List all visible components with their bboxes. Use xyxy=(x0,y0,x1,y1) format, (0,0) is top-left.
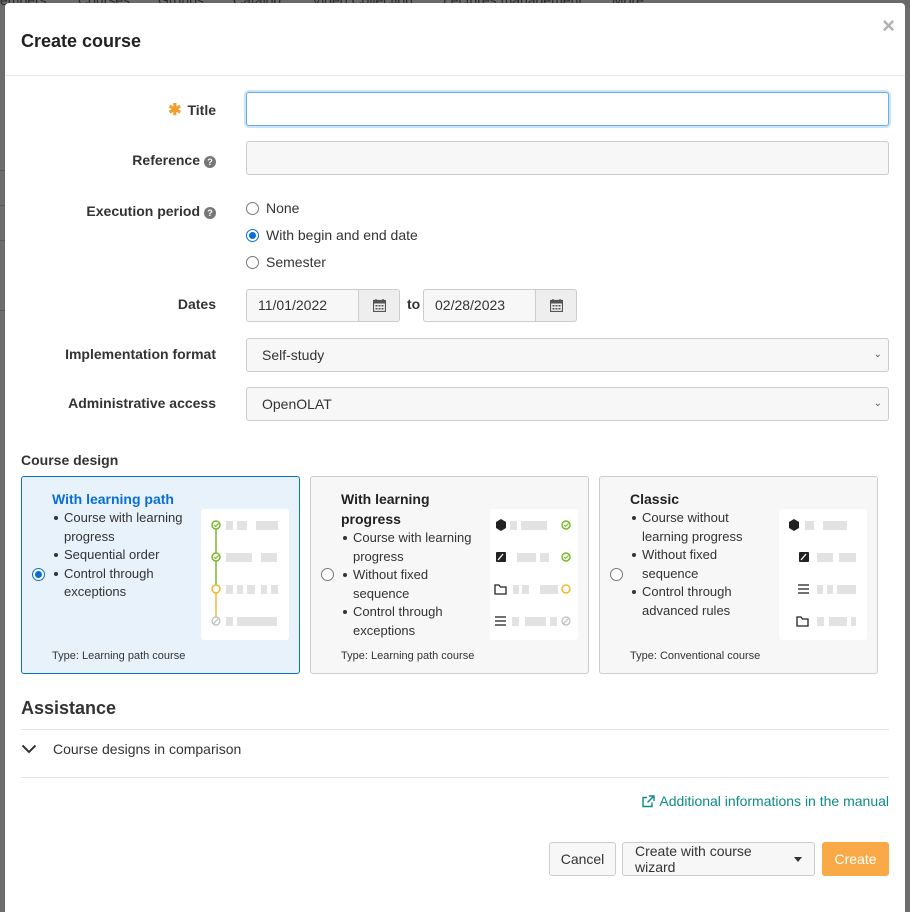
card-type: Type: Learning path course xyxy=(341,650,475,662)
execution-option-semester[interactable]: Semester xyxy=(246,254,326,270)
radio-button[interactable] xyxy=(246,228,259,242)
title-label: ✱ Title xyxy=(168,102,216,119)
list-item: Course without learning progress xyxy=(630,509,770,546)
course-wizard-button[interactable]: Create with course wizard xyxy=(622,842,815,876)
design-card-learning-progress[interactable]: With learning progress Course with learn… xyxy=(310,476,589,674)
classic-illustration xyxy=(779,509,867,640)
close-icon[interactable]: × xyxy=(882,15,895,37)
execution-period-label: Execution period? xyxy=(16,203,216,219)
card-type: Type: Learning path course xyxy=(52,650,186,662)
execution-option-begin-end[interactable]: With begin and end date xyxy=(246,227,418,243)
comparison-toggle[interactable]: Course designs in comparison xyxy=(21,741,241,757)
radio-button[interactable] xyxy=(32,568,45,581)
implementation-format-label: Implementation format xyxy=(65,346,216,362)
calendar-icon[interactable] xyxy=(358,289,400,322)
calendar-icon[interactable] xyxy=(535,289,577,322)
help-icon[interactable]: ? xyxy=(204,156,216,168)
radio-button[interactable] xyxy=(610,568,623,581)
execution-option-none[interactable]: None xyxy=(246,200,299,216)
design-card-classic[interactable]: Classic Course without learning progress… xyxy=(599,476,878,674)
list-item: Sequential order xyxy=(52,546,192,565)
radio-button[interactable] xyxy=(246,255,259,269)
card-bullets: Course with learning progress Without fi… xyxy=(341,529,481,640)
create-course-dialog: Create course × ✱ Title Reference? Execut… xyxy=(5,3,905,912)
create-button[interactable]: Create xyxy=(822,842,889,876)
list-item: Control through advanced rules xyxy=(630,583,770,620)
card-type: Type: Conventional course xyxy=(630,650,761,662)
card-bullets: Course with learning progress Sequential… xyxy=(52,509,192,602)
list-item: Without fixed sequence xyxy=(630,546,770,583)
title-input[interactable] xyxy=(246,92,889,126)
caret-down-icon xyxy=(794,856,802,862)
course-design-title: Course design xyxy=(21,452,119,468)
manual-link[interactable]: Additional informations in the manual xyxy=(642,793,889,809)
required-icon: ✱ xyxy=(168,102,182,119)
list-item: Course with learning progress xyxy=(341,529,481,566)
date-to-label: to xyxy=(407,296,421,312)
assistance-title: Assistance xyxy=(21,698,117,718)
chevron-down-icon: ⌄ xyxy=(873,398,882,409)
dates-label: Dates xyxy=(177,296,216,312)
date-from-field: 11/01/2022 xyxy=(246,289,400,322)
cancel-button[interactable]: Cancel xyxy=(549,842,616,876)
implementation-format-select[interactable]: Self-study ⌄ xyxy=(246,338,889,372)
divider xyxy=(21,729,889,730)
date-from-input[interactable]: 11/01/2022 xyxy=(246,289,358,322)
date-to-field: 02/28/2023 xyxy=(423,289,577,322)
dialog-title: Create course xyxy=(21,31,142,51)
administrative-access-label: Administrative access xyxy=(68,395,216,411)
external-link-icon xyxy=(642,794,656,808)
card-title: With learning progress xyxy=(341,491,430,527)
help-icon[interactable]: ? xyxy=(204,207,216,219)
chevron-down-icon: ⌄ xyxy=(873,349,882,360)
list-item: Without fixed sequence xyxy=(341,566,481,603)
learning-progress-illustration xyxy=(490,509,578,640)
card-title: Classic xyxy=(630,491,680,507)
date-to-input[interactable]: 02/28/2023 xyxy=(423,289,535,322)
list-item: Control through exceptions xyxy=(341,603,481,640)
learning-path-illustration xyxy=(201,509,289,640)
reference-label: Reference? xyxy=(16,152,216,168)
list-item: Control through exceptions xyxy=(52,565,192,602)
radio-button[interactable] xyxy=(246,201,259,215)
divider xyxy=(21,777,889,778)
card-title: With learning path xyxy=(52,491,174,507)
administrative-access-select[interactable]: OpenOLAT ⌄ xyxy=(246,387,889,421)
list-item: Course with learning progress xyxy=(52,509,192,546)
radio-button[interactable] xyxy=(321,568,334,581)
card-bullets: Course without learning progress Without… xyxy=(630,509,770,620)
reference-input[interactable] xyxy=(246,141,889,175)
dialog-header: Create course × xyxy=(5,3,905,76)
design-card-learning-path[interactable]: With learning path Course with learning … xyxy=(21,476,300,674)
chevron-down-icon xyxy=(21,744,37,754)
